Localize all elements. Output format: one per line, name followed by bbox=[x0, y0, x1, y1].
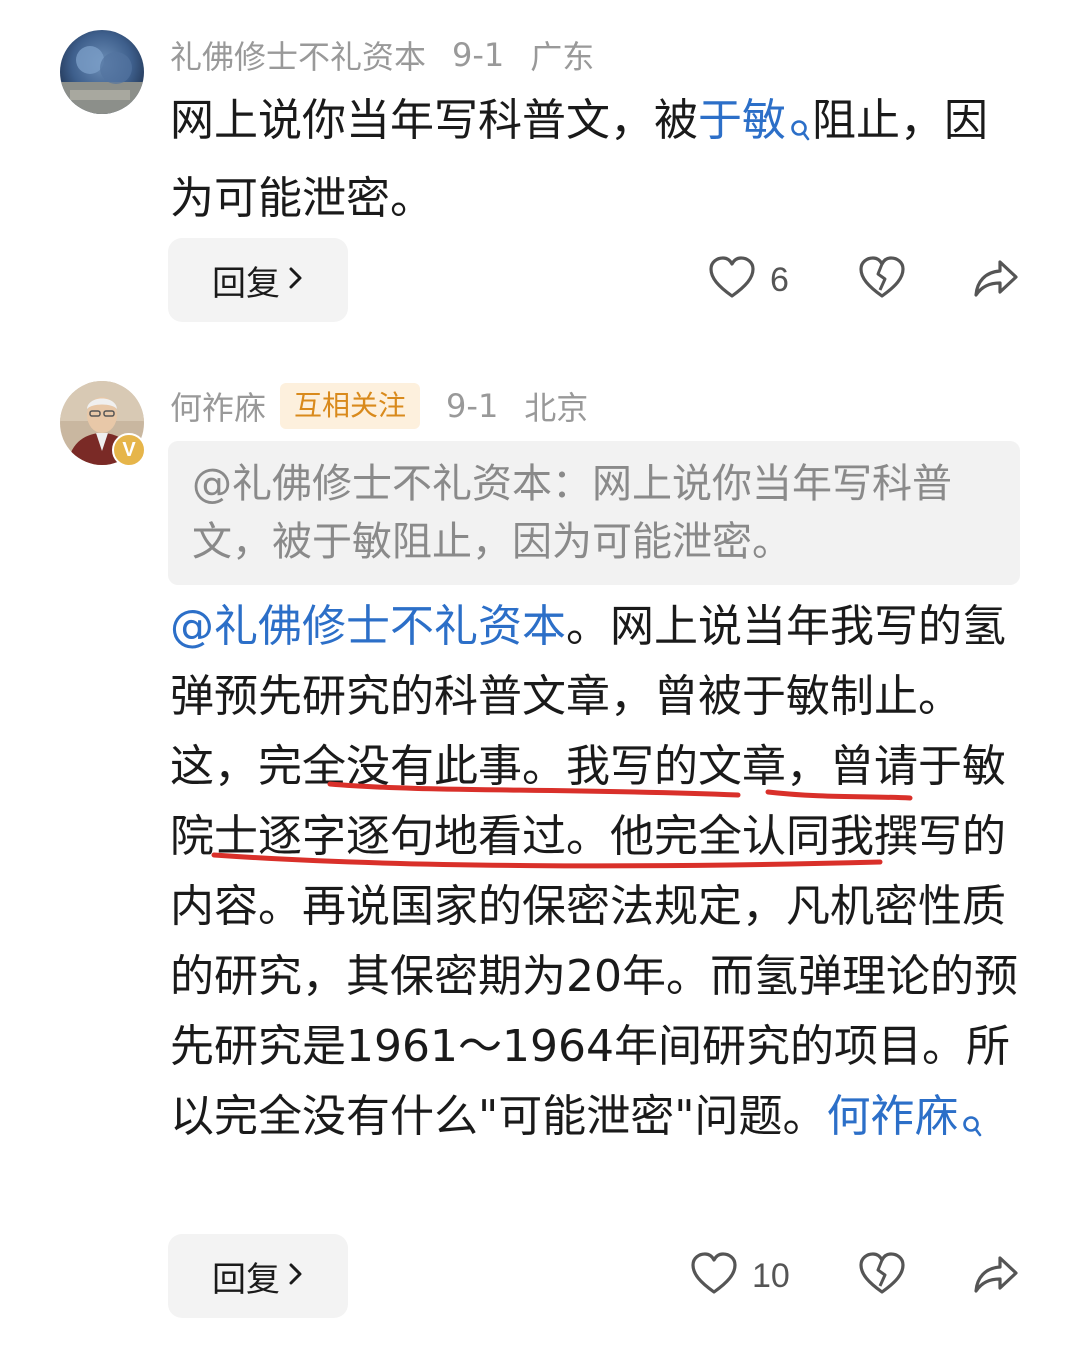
share-icon bbox=[972, 256, 1020, 304]
mention-link[interactable]: @礼佛修士不礼资本 bbox=[170, 601, 566, 652]
reply-button[interactable]: 回复 bbox=[168, 1234, 348, 1318]
comment-text: @礼佛修士不礼资本。网上说当年我写的氢弹预先研究的科普文章，曾被于敏制止。这，完… bbox=[170, 592, 1030, 1160]
like-count: 6 bbox=[770, 260, 789, 299]
keyword-link-label: 于敏 bbox=[698, 95, 786, 146]
search-icon bbox=[790, 94, 812, 164]
username[interactable]: 礼佛修士不礼资本 bbox=[170, 32, 426, 78]
comment-location: 北京 bbox=[524, 389, 589, 427]
comment-text-part: 网上说你当年写科普文，被 bbox=[170, 95, 698, 146]
like-button[interactable]: 6 bbox=[708, 238, 789, 322]
dislike-button[interactable] bbox=[858, 238, 906, 322]
quoted-comment[interactable]: @礼佛修士不礼资本：网上说你当年写科普文，被于敏阻止，因为可能泄密。 bbox=[168, 441, 1020, 585]
broken-heart-icon bbox=[858, 1252, 906, 1300]
chevron-right-icon bbox=[288, 260, 304, 300]
like-button[interactable]: 10 bbox=[690, 1234, 790, 1318]
author-link[interactable]: 何祚庥 bbox=[826, 1091, 984, 1142]
username[interactable]: 何祚庥 bbox=[170, 383, 266, 429]
reply-button[interactable]: 回复 bbox=[168, 238, 348, 322]
dislike-button[interactable] bbox=[858, 1234, 906, 1318]
mutual-follow-badge: 互相关注 bbox=[280, 383, 421, 429]
heart-icon bbox=[690, 1252, 738, 1300]
verified-badge: V bbox=[112, 433, 146, 467]
underlined-text: 这，完全没有此事。 bbox=[170, 741, 566, 792]
reply-label: 回复 bbox=[212, 263, 280, 304]
comment-location: 广东 bbox=[530, 38, 595, 76]
comment-item: V 何祚庥 互相关注 9-1 北京 @礼佛修士不礼资本：网上说你当年写科普文，被… bbox=[0, 340, 1078, 1352]
keyword-link[interactable]: 于敏 bbox=[698, 95, 812, 146]
reply-label: 回复 bbox=[212, 1259, 280, 1300]
like-count: 10 bbox=[752, 1256, 790, 1295]
heart-icon bbox=[708, 256, 756, 304]
search-icon bbox=[962, 1090, 984, 1160]
share-button[interactable] bbox=[972, 238, 1020, 322]
comment-meta: 礼佛修士不礼资本 9-1 广东 bbox=[170, 30, 594, 80]
author-link-label: 何祚庥 bbox=[826, 1091, 959, 1142]
broken-heart-icon bbox=[858, 256, 906, 304]
avatar[interactable]: V bbox=[60, 381, 146, 467]
share-icon bbox=[972, 1252, 1020, 1300]
comment-date: 9-1 bbox=[452, 36, 505, 74]
comment-item: 礼佛修士不礼资本 9-1 广东 网上说你当年写科普文，被于敏 阻止，因为可能泄密。… bbox=[0, 0, 1078, 340]
chevron-right-icon bbox=[288, 1256, 304, 1296]
comment-meta: 何祚庥 互相关注 9-1 北京 bbox=[170, 381, 588, 431]
share-button[interactable] bbox=[972, 1234, 1020, 1318]
comment-date: 9-1 bbox=[446, 387, 499, 425]
avatar[interactable] bbox=[60, 30, 144, 114]
comment-text: 网上说你当年写科普文，被于敏 阻止，因为可能泄密。 bbox=[170, 86, 1030, 234]
